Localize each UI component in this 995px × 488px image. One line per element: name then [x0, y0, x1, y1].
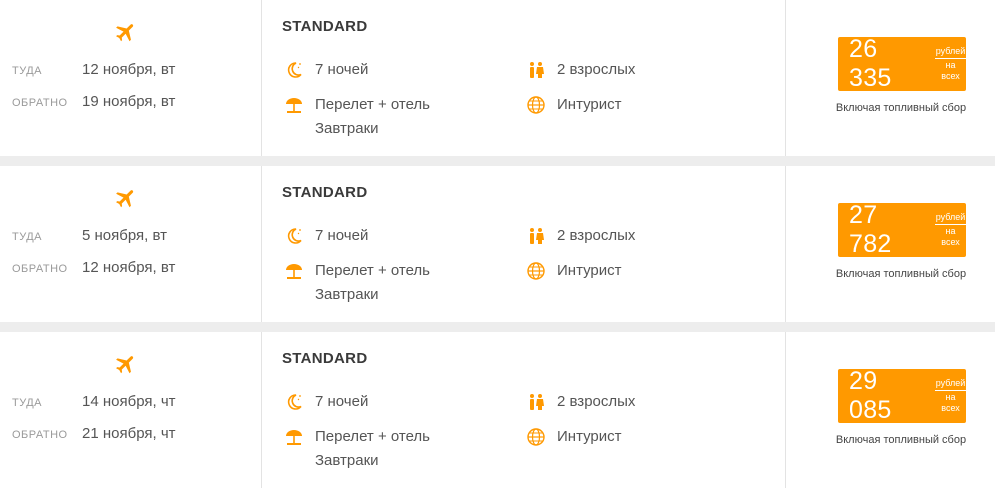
- price-column: 27 782 рублей на всех Включая топливный …: [786, 166, 995, 322]
- travelers-text: 2 взрослых: [557, 393, 636, 410]
- price-column: 26 335 рублей на всех Включая топливный …: [786, 0, 995, 156]
- return-date: 21 ноября, чт: [82, 425, 176, 442]
- travelers-feature: 2 взрослых: [526, 226, 635, 248]
- fuel-note: Включая топливный сбор: [835, 434, 967, 446]
- operator-text: Интурист: [557, 428, 622, 445]
- people-icon: [530, 394, 544, 410]
- price-unit-bottom: на всех: [941, 60, 960, 81]
- departure-label: ТУДА: [12, 65, 42, 77]
- airplane-icon: [116, 24, 134, 42]
- offer-card[interactable]: ТУДА 12 ноября, вт ОБРАТНО 19 ноября, вт…: [0, 0, 995, 156]
- return-row: ОБРАТНО 12 ноября, вт: [12, 259, 175, 276]
- offer-list: ТУДА 12 ноября, вт ОБРАТНО 19 ноября, вт…: [0, 0, 995, 488]
- nights-text: 7 ночей: [315, 227, 369, 244]
- offer-card[interactable]: ТУДА 5 ноября, вт ОБРАТНО 12 ноября, вт …: [0, 166, 995, 322]
- price-unit-bottom: на всех: [941, 392, 960, 413]
- price-value: 29 085: [849, 367, 892, 424]
- departure-row: ТУДА 14 ноября, чт: [12, 393, 176, 410]
- departure-date: 5 ноября, вт: [82, 227, 167, 244]
- price-button[interactable]: 26 335 рублей на всех: [838, 35, 966, 92]
- moon-icon: [287, 394, 302, 410]
- operator-text: Интурист: [557, 262, 622, 279]
- beach-umbrella-icon: [286, 264, 302, 279]
- return-date: 12 ноября, вт: [82, 259, 176, 276]
- dates-column: ТУДА 12 ноября, вт ОБРАТНО 19 ноября, вт: [0, 0, 262, 156]
- globe-icon: [527, 96, 545, 114]
- price-unit-top: рублей: [935, 378, 966, 391]
- return-row: ОБРАТНО 19 ноября, вт: [12, 93, 175, 110]
- nights-text: 7 ночей: [315, 393, 369, 410]
- people-icon: [530, 62, 544, 78]
- people-icon: [530, 228, 544, 244]
- departure-date: 14 ноября, чт: [82, 393, 176, 410]
- package-line-2: Завтраки: [315, 452, 379, 469]
- operator-text: Интурист: [557, 96, 622, 113]
- fuel-note: Включая топливный сбор: [835, 102, 967, 114]
- airplane-icon: [116, 356, 134, 374]
- dates-column: ТУДА 5 ноября, вт ОБРАТНО 12 ноября, вт: [0, 166, 262, 322]
- moon-icon: [287, 62, 302, 78]
- globe-icon: [527, 428, 545, 446]
- package-line-2: Завтраки: [315, 286, 379, 303]
- price-unit-top: рублей: [935, 212, 966, 225]
- info-column: STANDARD 7 ночей Перелет + отель Завтрак…: [262, 166, 786, 322]
- package-line-1: Перелет + отель: [315, 96, 430, 113]
- package-line-2: Завтраки: [315, 120, 379, 137]
- package-feature: Перелет + отель Завтраки: [284, 95, 430, 141]
- price-unit-bottom: на всех: [941, 226, 960, 247]
- return-label: ОБРАТНО: [12, 97, 68, 109]
- info-column: STANDARD 7 ночей Перелет + отель Завтрак…: [262, 0, 786, 156]
- dates-column: ТУДА 14 ноября, чт ОБРАТНО 21 ноября, чт: [0, 332, 262, 488]
- info-column: STANDARD 7 ночей Перелет + отель Завтрак…: [262, 332, 786, 488]
- nights-feature: 7 ночей: [284, 60, 368, 82]
- tariff-name: STANDARD: [282, 18, 368, 35]
- price-value: 27 782: [849, 201, 892, 258]
- package-feature: Перелет + отель Завтраки: [284, 427, 430, 473]
- departure-row: ТУДА 12 ноября, вт: [12, 61, 175, 78]
- travelers-text: 2 взрослых: [557, 227, 636, 244]
- airplane-icon: [116, 190, 134, 208]
- beach-umbrella-icon: [286, 98, 302, 113]
- fuel-note: Включая топливный сбор: [835, 268, 967, 280]
- operator-feature: Интурист: [526, 261, 622, 283]
- operator-feature: Интурист: [526, 95, 622, 117]
- tariff-name: STANDARD: [282, 184, 368, 201]
- price-unit: рублей на всех: [935, 212, 966, 248]
- price-column: 29 085 рублей на всех Включая топливный …: [786, 332, 995, 488]
- nights-feature: 7 ночей: [284, 392, 368, 414]
- nights-feature: 7 ночей: [284, 226, 368, 248]
- price-button[interactable]: 29 085 рублей на всех: [838, 367, 966, 424]
- departure-row: ТУДА 5 ноября, вт: [12, 227, 167, 244]
- travelers-feature: 2 взрослых: [526, 60, 635, 82]
- return-label: ОБРАТНО: [12, 429, 68, 441]
- beach-umbrella-icon: [286, 430, 302, 445]
- offer-card[interactable]: ТУДА 14 ноября, чт ОБРАТНО 21 ноября, чт…: [0, 332, 995, 488]
- nights-text: 7 ночей: [315, 61, 369, 78]
- return-date: 19 ноября, вт: [82, 93, 176, 110]
- travelers-feature: 2 взрослых: [526, 392, 635, 414]
- price-unit: рублей на всех: [935, 378, 966, 414]
- price-button[interactable]: 27 782 рублей на всех: [838, 201, 966, 258]
- moon-icon: [287, 228, 302, 244]
- departure-date: 12 ноября, вт: [82, 61, 176, 78]
- tariff-name: STANDARD: [282, 350, 368, 367]
- travelers-text: 2 взрослых: [557, 61, 636, 78]
- departure-label: ТУДА: [12, 397, 42, 409]
- price-value: 26 335: [849, 35, 892, 92]
- price-unit: рублей на всех: [935, 46, 966, 82]
- return-label: ОБРАТНО: [12, 263, 68, 275]
- package-line-1: Перелет + отель: [315, 262, 430, 279]
- package-feature: Перелет + отель Завтраки: [284, 261, 430, 307]
- operator-feature: Интурист: [526, 427, 622, 449]
- package-line-1: Перелет + отель: [315, 428, 430, 445]
- return-row: ОБРАТНО 21 ноября, чт: [12, 425, 176, 442]
- globe-icon: [527, 262, 545, 280]
- price-unit-top: рублей: [935, 46, 966, 59]
- departure-label: ТУДА: [12, 231, 42, 243]
